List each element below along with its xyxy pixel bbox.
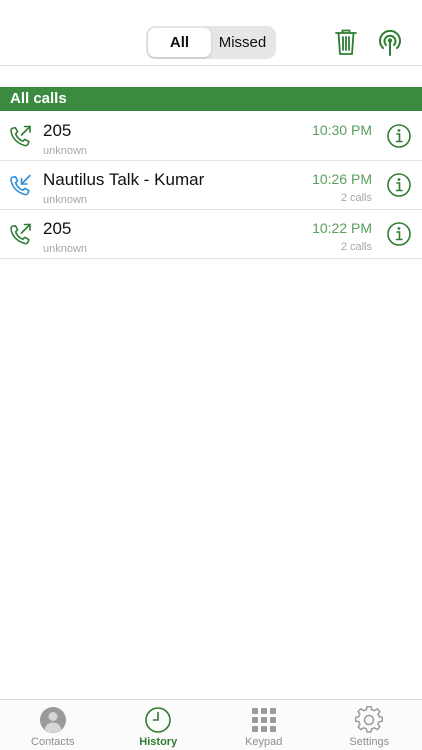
tab-label: History (139, 736, 178, 748)
info-icon[interactable] (386, 123, 412, 149)
section-header: All calls (0, 87, 422, 111)
call-row[interactable]: 205 unknown 10:22 PM 2 calls (0, 210, 422, 259)
caller-name: Nautilus Talk - Kumar (43, 170, 205, 189)
gear-icon (355, 706, 384, 734)
call-list: 205 unknown 10:30 PM Nautilus Talk - Kum… (0, 112, 422, 259)
tab-label: Settings (349, 736, 390, 748)
caller-number-type: unknown (43, 194, 88, 206)
call-time: 10:26 PM (312, 171, 372, 187)
tab-settings[interactable]: Settings (317, 700, 422, 750)
segment-all[interactable]: All (148, 28, 211, 57)
call-time: 10:22 PM (312, 220, 372, 236)
caller-number-type: unknown (43, 243, 88, 255)
contacts-icon (39, 706, 67, 734)
tab-bar: Contacts History Keypad Settings (0, 699, 422, 750)
tab-keypad[interactable]: Keypad (211, 700, 317, 750)
antenna-icon[interactable] (375, 27, 405, 57)
call-time: 10:30 PM (312, 122, 372, 138)
app-screen: All Missed All calls 205 unknown 10:30 P… (0, 0, 422, 750)
info-icon[interactable] (386, 221, 412, 247)
call-count: 2 calls (340, 192, 372, 204)
caller-number-type: unknown (43, 145, 88, 157)
segmented-control: All Missed (146, 26, 276, 59)
tab-label: Contacts (31, 736, 75, 748)
tab-history[interactable]: History (106, 700, 212, 750)
clock-icon (144, 706, 172, 734)
trash-icon[interactable] (331, 27, 361, 57)
info-icon[interactable] (386, 172, 412, 198)
caller-name: 205 (43, 219, 72, 238)
call-row[interactable]: 205 unknown 10:30 PM (0, 112, 422, 161)
keypad-icon (250, 706, 278, 734)
caller-name: 205 (43, 121, 72, 140)
incoming-call-icon (9, 173, 33, 197)
call-count: 2 calls (340, 241, 372, 253)
call-row[interactable]: Nautilus Talk - Kumar unknown 10:26 PM 2… (0, 161, 422, 210)
tab-label: Keypad (245, 736, 283, 748)
top-bar: All Missed (0, 0, 422, 66)
outgoing-call-icon (9, 124, 33, 148)
segment-missed[interactable]: Missed (211, 28, 274, 57)
outgoing-call-icon (9, 222, 33, 246)
tab-contacts[interactable]: Contacts (0, 700, 106, 750)
